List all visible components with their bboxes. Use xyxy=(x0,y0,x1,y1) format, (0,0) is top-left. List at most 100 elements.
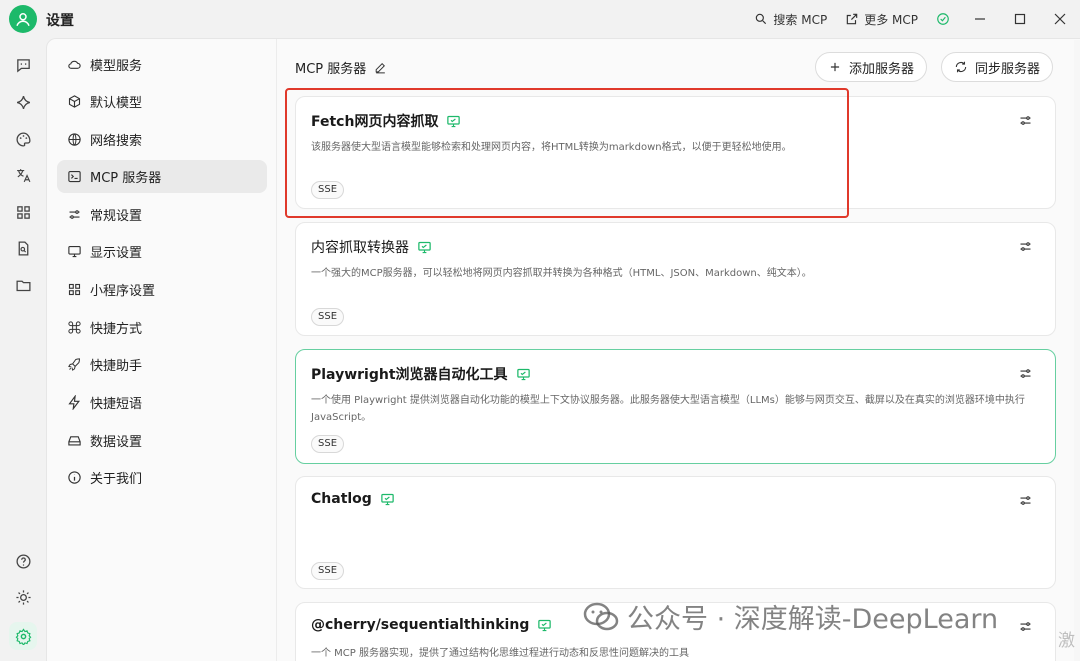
user-avatar-icon[interactable] xyxy=(9,5,37,33)
server-card-content-converter[interactable]: 内容抓取转换器 一个强大的MCP服务器，可以轻松地将网页内容抓取并转换为各种格式… xyxy=(295,222,1056,336)
nav-item-display-settings[interactable]: 显示设置 xyxy=(57,235,267,268)
server-name-text: Playwright浏览器自动化工具 xyxy=(311,367,508,383)
sync-servers-label: 同步服务器 xyxy=(975,61,1041,77)
page-title: MCP 服务器 xyxy=(295,58,387,77)
nav-item-quick-assistant[interactable]: 快捷助手 xyxy=(57,348,267,381)
refresh-icon xyxy=(955,61,967,73)
terminal-icon xyxy=(68,170,81,183)
nav-item-label: 网络搜索 xyxy=(90,134,143,149)
nav-item-label: 快捷方式 xyxy=(90,322,143,337)
more-mcp-link[interactable]: 更多 MCP xyxy=(845,11,918,28)
search-mcp-label: 搜索 MCP xyxy=(773,12,828,27)
close-button[interactable] xyxy=(1040,0,1080,38)
server-card-playwright[interactable]: Playwright浏览器自动化工具 一个使用 Playwright 提供浏览器… xyxy=(295,349,1056,464)
nav-item-label: 关于我们 xyxy=(90,472,143,487)
sliders-settings-icon[interactable] xyxy=(1018,619,1033,634)
server-name: 内容抓取转换器 xyxy=(311,237,432,257)
sliders-settings-icon[interactable] xyxy=(1018,239,1033,254)
settings-panel: 模型服务 默认模型 网络搜索 MCP 服务器 常规设置 显示设置 小程序设置 快… xyxy=(46,38,1080,661)
server-description: 一个使用 Playwright 提供浏览器自动化功能的模型上下文协议服务器。此服… xyxy=(311,395,1025,423)
mcp-content: MCP 服务器 添加服务器 同步服务器 Fetch网页内容抓取 该服务器使大型语… xyxy=(278,39,1080,661)
server-description: 该服务器使大型语言模型能够检索和处理网页内容，将HTML转换为markdown格… xyxy=(311,142,792,153)
title-bar: 设置 搜索 MCP 更多 MCP xyxy=(0,0,1080,38)
desktop-icon xyxy=(418,241,431,253)
apps-grid-icon[interactable] xyxy=(13,202,33,222)
search-icon xyxy=(756,13,767,25)
sparkle-icon[interactable] xyxy=(13,92,33,112)
edit-pencil-icon[interactable] xyxy=(374,61,387,74)
settings-nav: 模型服务 默认模型 网络搜索 MCP 服务器 常规设置 显示设置 小程序设置 快… xyxy=(47,39,277,661)
add-server-button[interactable]: 添加服务器 xyxy=(815,52,928,82)
desktop-icon xyxy=(516,368,530,380)
settings-gear-icon[interactable] xyxy=(9,622,37,650)
nav-item-about-us[interactable]: 关于我们 xyxy=(57,461,267,494)
server-name-text: Chatlog xyxy=(311,491,372,507)
command-icon xyxy=(68,321,81,334)
brightness-icon[interactable] xyxy=(13,587,33,607)
icon-rail xyxy=(0,38,46,661)
chat-icon[interactable] xyxy=(13,55,33,75)
info-icon xyxy=(68,471,81,484)
server-type-badge: SSE xyxy=(311,308,345,326)
watermark-text: 公众号 · 深度解读-DeepLearn xyxy=(627,604,999,635)
sliders-settings-icon[interactable] xyxy=(1018,493,1033,508)
hard-drive-icon xyxy=(68,436,81,446)
nav-item-quick-phrases[interactable]: 快捷短语 xyxy=(57,386,267,419)
add-server-label: 添加服务器 xyxy=(849,61,915,77)
globe-icon xyxy=(68,133,81,146)
server-type-badge: SSE xyxy=(311,562,345,580)
zap-icon xyxy=(68,395,80,410)
server-description: 一个强大的MCP服务器，可以轻松地将网页内容抓取并转换为各种格式（HTML、JS… xyxy=(311,268,812,279)
nav-item-model-service[interactable]: 模型服务 xyxy=(57,48,267,81)
nav-item-miniapp-settings[interactable]: 小程序设置 xyxy=(57,273,267,306)
nav-item-web-search[interactable]: 网络搜索 xyxy=(57,123,267,156)
server-card-chatlog[interactable]: Chatlog SSE xyxy=(295,476,1056,589)
desktop-icon xyxy=(447,115,461,127)
palette-icon[interactable] xyxy=(13,129,33,149)
minimize-button[interactable] xyxy=(960,0,1000,38)
nav-item-default-model[interactable]: 默认模型 xyxy=(57,85,267,118)
maximize-button[interactable] xyxy=(1000,0,1040,38)
server-name: Chatlog xyxy=(311,491,395,507)
more-mcp-label: 更多 MCP xyxy=(864,12,918,27)
status-check-icon xyxy=(936,12,950,26)
grid-icon xyxy=(68,283,81,296)
nav-item-label: 显示设置 xyxy=(90,246,143,261)
nav-item-data-settings[interactable]: 数据设置 xyxy=(57,424,267,457)
server-card-fetch[interactable]: Fetch网页内容抓取 该服务器使大型语言模型能够检索和处理网页内容，将HTML… xyxy=(295,96,1056,209)
desktop-icon xyxy=(381,493,394,505)
nav-item-label: 数据设置 xyxy=(90,435,143,450)
nav-item-label: 模型服务 xyxy=(90,59,143,74)
nav-item-label: 快捷短语 xyxy=(90,397,143,412)
scrollbar-track[interactable] xyxy=(1074,40,1080,661)
rocket-icon xyxy=(68,358,81,371)
help-icon[interactable] xyxy=(13,551,33,571)
nav-item-general-settings[interactable]: 常规设置 xyxy=(57,198,267,231)
sliders-settings-icon[interactable] xyxy=(1018,366,1033,381)
translate-icon[interactable] xyxy=(13,165,33,185)
sliders-settings-icon[interactable] xyxy=(1018,113,1033,128)
page-title-text: MCP 服务器 xyxy=(295,62,367,77)
server-name: Fetch网页内容抓取 xyxy=(311,111,461,131)
nav-item-label: 常规设置 xyxy=(90,209,143,224)
cube-icon xyxy=(68,95,81,108)
folder-icon[interactable] xyxy=(13,275,33,295)
nav-item-mcp-servers[interactable]: MCP 服务器 xyxy=(57,160,267,193)
server-description: 一个 MCP 服务器实现，提供了通过结构化思维过程进行动态和反思性问题解决的工具 xyxy=(311,648,689,659)
server-type-badge: SSE xyxy=(311,435,345,453)
search-mcp-link[interactable]: 搜索 MCP xyxy=(754,11,827,28)
nav-item-label: 默认模型 xyxy=(90,96,143,111)
monitor-icon xyxy=(68,245,81,258)
server-name: Playwright浏览器自动化工具 xyxy=(311,364,531,384)
nav-item-label: 小程序设置 xyxy=(90,284,156,299)
file-search-icon[interactable] xyxy=(13,238,33,258)
server-name-text: @cherry/sequentialthinking xyxy=(311,617,530,633)
nav-item-shortcuts[interactable]: 快捷方式 xyxy=(57,311,267,344)
wechat-logo-icon xyxy=(583,602,619,630)
nav-item-label: MCP 服务器 xyxy=(90,171,162,186)
sync-servers-button[interactable]: 同步服务器 xyxy=(941,52,1054,82)
server-name-text: Fetch网页内容抓取 xyxy=(311,114,439,130)
watermark-corner-text: 激 xyxy=(1058,631,1075,651)
server-type-badge: SSE xyxy=(311,181,345,199)
nav-item-label: 快捷助手 xyxy=(90,359,143,374)
